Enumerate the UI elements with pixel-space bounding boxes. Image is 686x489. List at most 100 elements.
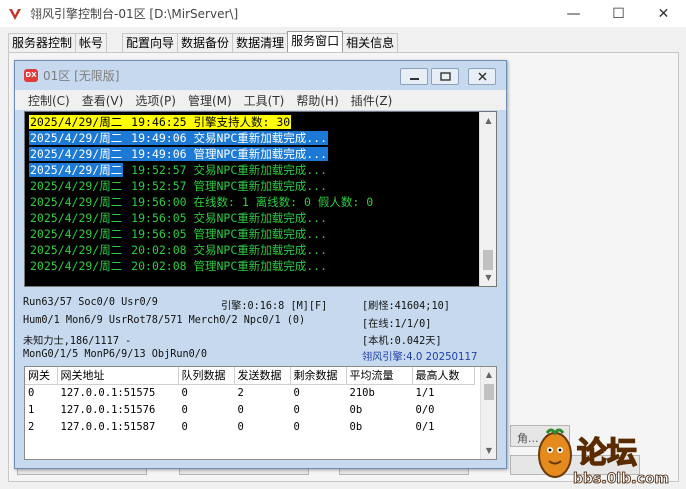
log-lines: 2025/4/29/周二 19:46:25 引擎支持人数: 30 2025/4/2… — [29, 114, 481, 274]
tab-data-cleanup[interactable]: 数据清理 — [232, 33, 289, 53]
log-line-message: 19:52:57 管理NPC重新加载完成... — [124, 179, 328, 193]
forum-watermark-logo: 论坛 bbs.0lb.com — [538, 428, 669, 487]
menu-view[interactable]: 查看(V) — [82, 92, 124, 109]
minimize-icon: — — [566, 5, 581, 22]
menu-options[interactable]: 选项(P) — [135, 92, 176, 109]
child-restore-button[interactable] — [431, 68, 459, 85]
log-line-message: 19:52:57 交易NPC重新加载完成... — [124, 163, 328, 177]
local-stats: [本机:0.042天] — [362, 336, 442, 347]
table-cell: 0b — [346, 418, 413, 435]
watermark-url: bbs.0lb.com — [573, 471, 669, 487]
log-line-date: 2025/4/29/周二 — [29, 147, 124, 161]
app-logo-icon — [9, 8, 21, 20]
scroll-down-icon[interactable]: ▼ — [480, 269, 496, 286]
log-line: 2025/4/29/周二 19:56:00 在线数: 1 离线数: 0 假人数:… — [29, 194, 481, 210]
close-icon: ✕ — [657, 5, 670, 22]
log-line-message: 19:56:05 交易NPC重新加载完成... — [124, 211, 328, 225]
maximize-icon: ☐ — [612, 5, 625, 22]
table-row[interactable]: 0 127.0.0.1:51575 0 2 0 210b 1/1 — [25, 384, 475, 401]
table-cell: 0 — [178, 401, 235, 418]
table-cell: 0 — [290, 401, 347, 418]
table-cell: 0/0 — [412, 401, 475, 418]
menu-plugins[interactable]: 插件(Z) — [351, 92, 393, 109]
online-stats: [在线:1/1/0] — [362, 319, 432, 330]
table-cell: 0 — [290, 384, 347, 401]
mongo-stats: MonG0/1/5 MonP6/9/13 ObjRun0/0 — [23, 349, 208, 360]
log-line-date: 2025/4/29/周二 — [30, 259, 123, 273]
log-line: 2025/4/29/周二 19:52:57 交易NPC重新加载完成... — [29, 162, 481, 178]
log-line-date: 2025/4/29/周二 — [29, 131, 124, 145]
menu-help[interactable]: 帮助(H) — [296, 92, 338, 109]
table-row[interactable]: 2 127.0.0.1:51587 0 0 0 0b 0/1 — [25, 418, 475, 435]
table-cell: 0b — [346, 401, 413, 418]
grid-scroll-up-icon[interactable]: ▲ — [481, 367, 496, 383]
table-cell: 2 — [25, 418, 58, 435]
menu-control[interactable]: 控制(C) — [28, 92, 70, 109]
log-line-date: 2025/4/29/周二 — [30, 179, 123, 193]
table-cell: 0 — [25, 384, 58, 401]
log-line-message: 19:49:06 交易NPC重新加载完成... — [123, 131, 329, 145]
tab-account[interactable]: 帐号 — [75, 33, 108, 53]
table-cell: 1 — [25, 401, 58, 418]
tab-service-window[interactable]: 服务窗口 — [287, 31, 344, 53]
col-remaining-data[interactable]: 剩余数据 — [290, 367, 347, 385]
child-minimize-button[interactable] — [400, 68, 428, 85]
tab-data-backup[interactable]: 数据备份 — [177, 33, 234, 53]
log-line-message: 19:49:06 管理NPC重新加载完成... — [123, 147, 329, 161]
table-cell: 2 — [234, 384, 291, 401]
grid-scroll-thumb[interactable] — [484, 384, 494, 400]
hum-stats: Hum0/1 Mon6/9 UsrRot78/571 Merch0/2 Npc0… — [23, 315, 306, 326]
child-window-title: 01区 [无限版] — [43, 69, 120, 83]
child-close-button[interactable] — [468, 68, 496, 85]
scroll-up-icon[interactable]: ▲ — [480, 112, 496, 129]
log-line-date: 2025/4/29/周二 — [30, 227, 123, 241]
minimize-button[interactable]: — — [551, 0, 596, 27]
child-menu-bar: 控制(C) 查看(V) 选项(P) 管理(M) 工具(T) 帮助(H) 插件(Z… — [15, 90, 506, 110]
scroll-thumb[interactable] — [483, 250, 493, 270]
window-title: 翎风引擎控制台-01区 [D:\MirServer\] — [30, 7, 239, 21]
log-line-message: 19:56:05 管理NPC重新加载完成... — [124, 227, 328, 241]
log-line-message: 20:02:08 管理NPC重新加载完成... — [124, 259, 328, 273]
log-line-message: 19:56:00 在线数: 1 离线数: 0 假人数: 0 — [124, 195, 374, 209]
log-line: 2025/4/29/周二 19:49:06 管理NPC重新加载完成... — [29, 146, 481, 162]
col-gateway-address[interactable]: 网关地址 — [57, 367, 179, 385]
log-line-date: 2025/4/29/周二 — [29, 115, 124, 129]
table-row[interactable]: 1 127.0.0.1:51576 0 0 0 0b 0/0 — [25, 401, 475, 418]
log-line: 2025/4/29/周二 19:56:05 管理NPC重新加载完成... — [29, 226, 481, 242]
console-scrollbar[interactable]: ▲ ▼ — [479, 112, 496, 286]
log-line-date: 2025/4/29/周二 — [30, 211, 123, 225]
title-bar: 翎风引擎控制台-01区 [D:\MirServer\] — ☐ ✕ — [0, 0, 686, 27]
tab-server-control[interactable]: 服务器控制 — [8, 33, 77, 53]
table-cell: 127.0.0.1:51575 — [57, 384, 179, 401]
gateway-grid[interactable]: 网关 网关地址 队列数据 发送数据 剩余数据 平均流量 最高人数 0 127.0… — [24, 366, 497, 460]
table-cell: 210b — [346, 384, 413, 401]
main-tabs: 服务器控制 帐号 配置向导 数据备份 数据清理 服务窗口 相关信息 — [8, 31, 399, 53]
status-panel: Run63/57 Soc0/0 Usr0/9 引擎:0:16:8 [M][F] … — [15, 291, 506, 363]
table-cell: 0 — [178, 384, 235, 401]
log-line: 2025/4/29/周二 19:52:57 管理NPC重新加载完成... — [29, 178, 481, 194]
log-line-message: 20:02:08 交易NPC重新加载完成... — [124, 243, 328, 257]
col-queue-data[interactable]: 队列数据 — [178, 367, 235, 385]
col-send-data[interactable]: 发送数据 — [234, 367, 291, 385]
grid-scroll-down-icon[interactable]: ▼ — [481, 443, 496, 459]
menu-manage[interactable]: 管理(M) — [188, 92, 232, 109]
watermark-title: 论坛 — [577, 436, 637, 471]
run-stats: Run63/57 Soc0/0 Usr0/9 — [23, 297, 158, 308]
maximize-button[interactable]: ☐ — [596, 0, 641, 27]
log-line: 2025/4/29/周二 19:49:06 交易NPC重新加载完成... — [29, 130, 481, 146]
log-console[interactable]: 2025/4/29/周二 19:46:25 引擎支持人数: 30 2025/4/2… — [24, 111, 497, 287]
menu-tools[interactable]: 工具(T) — [244, 92, 285, 109]
tab-config-wizard[interactable]: 配置向导 — [122, 33, 179, 53]
col-gateway[interactable]: 网关 — [25, 367, 58, 385]
table-cell: 1/1 — [412, 384, 475, 401]
close-button[interactable]: ✕ — [641, 0, 686, 27]
table-cell: 0/1 — [412, 418, 475, 435]
server-child-window: DX 01区 [无限版] 控制(C) 查看(V) 选项(P) 管理(M) 工具(… — [14, 60, 507, 469]
col-avg-traffic[interactable]: 平均流量 — [346, 367, 413, 385]
grid-scrollbar[interactable]: ▲ ▼ — [480, 367, 496, 459]
col-max-users[interactable]: 最高人数 — [412, 367, 475, 385]
tab-related-info[interactable]: 相关信息 — [342, 33, 399, 53]
log-line-date: 2025/4/29/周二 — [30, 243, 123, 257]
table-cell: 0 — [290, 418, 347, 435]
dx-app-icon: DX — [24, 69, 38, 82]
